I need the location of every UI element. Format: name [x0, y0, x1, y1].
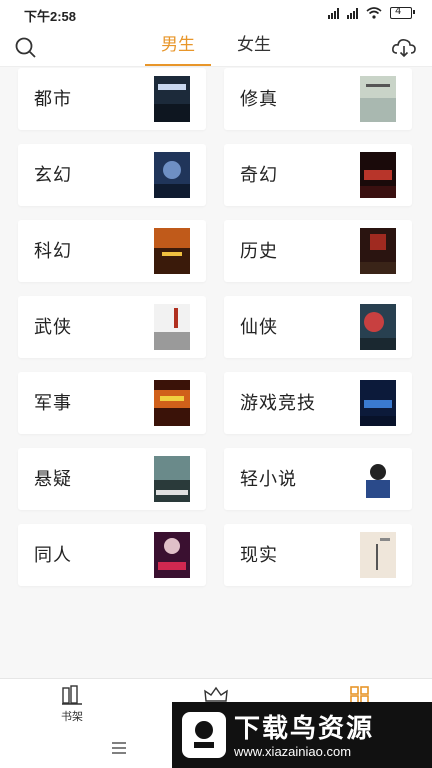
book-cover: [360, 304, 396, 350]
menu-icon[interactable]: [110, 741, 128, 755]
category-label: 轻小说: [240, 469, 297, 490]
status-bar: 下午2:58 4: [0, 0, 432, 28]
category-card-xianxia[interactable]: 仙侠: [224, 296, 412, 358]
category-label: 都市: [34, 89, 72, 110]
category-label: 玄幻: [34, 165, 72, 186]
category-label: 同人: [34, 545, 72, 566]
bird-logo-icon: [182, 712, 226, 758]
watermark-banner: 下载鸟资源 www.xiazainiao.com: [172, 702, 432, 768]
status-icons: 4: [328, 6, 415, 19]
tab-male[interactable]: 男生: [145, 28, 211, 66]
category-label: 修真: [240, 89, 278, 110]
category-label: 军事: [34, 393, 72, 414]
book-cover: [154, 532, 190, 578]
category-card-youxijingji[interactable]: 游戏竞技: [224, 372, 412, 434]
book-cover: [360, 76, 396, 122]
category-label: 科幻: [34, 241, 72, 262]
book-cover: [360, 456, 396, 502]
book-cover: [154, 152, 190, 198]
book-cover: [360, 380, 396, 426]
signal-icon-2: [347, 7, 358, 19]
book-cover: [360, 532, 396, 578]
category-card-qingxiaoshuo[interactable]: 轻小说: [224, 448, 412, 510]
category-card-xuanhuan[interactable]: 玄幻: [18, 144, 206, 206]
watermark-url: www.xiazainiao.com: [234, 744, 352, 759]
gender-tabs: 男生 女生: [0, 28, 432, 66]
bookshelf-icon: [62, 685, 82, 705]
category-card-qihuan[interactable]: 奇幻: [224, 144, 412, 206]
category-label: 武侠: [34, 317, 72, 338]
battery-icon: 4: [390, 6, 415, 19]
nav-bookshelf[interactable]: 书架: [42, 685, 102, 724]
category-label: 奇幻: [240, 165, 278, 186]
watermark-title: 下载鸟资源: [234, 714, 375, 744]
tab-female[interactable]: 女生: [221, 28, 287, 66]
category-card-wuxia[interactable]: 武侠: [18, 296, 206, 358]
book-cover: [154, 304, 190, 350]
book-cover: [360, 152, 396, 198]
nav-bookshelf-label: 书架: [61, 710, 83, 723]
category-card-junshi[interactable]: 军事: [18, 372, 206, 434]
category-label: 仙侠: [240, 317, 278, 338]
book-cover: [154, 76, 190, 122]
category-label: 历史: [240, 241, 278, 262]
status-time: 下午2:58: [24, 9, 77, 24]
book-cover: [154, 456, 190, 502]
cloud-download-icon[interactable]: [390, 34, 418, 62]
book-cover: [154, 228, 190, 274]
category-card-tongren[interactable]: 同人: [18, 524, 206, 586]
wifi-icon: [366, 7, 382, 19]
category-label: 现实: [240, 545, 278, 566]
category-card-xiuzhen[interactable]: 修真: [224, 68, 412, 130]
category-label: 游戏竞技: [240, 393, 316, 414]
battery-level: 4: [395, 6, 402, 17]
category-label: 悬疑: [34, 469, 72, 490]
book-cover: [154, 380, 190, 426]
category-card-xuanyi[interactable]: 悬疑: [18, 448, 206, 510]
signal-icon: [328, 7, 339, 19]
category-card-lishi[interactable]: 历史: [224, 220, 412, 282]
category-card-kehuan[interactable]: 科幻: [18, 220, 206, 282]
top-bar: 男生 女生: [0, 28, 432, 67]
book-cover: [360, 228, 396, 274]
category-card-xianshi[interactable]: 现实: [224, 524, 412, 586]
category-card-dushi[interactable]: 都市: [18, 68, 206, 130]
